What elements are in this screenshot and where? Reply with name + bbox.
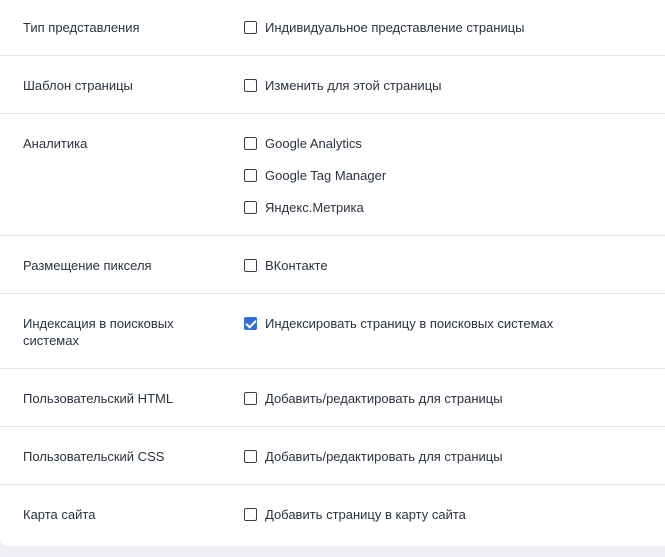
setting-label: Карта сайта — [23, 507, 96, 522]
checkbox[interactable] — [244, 391, 257, 405]
checkbox-label: ВКонтакте — [265, 257, 328, 273]
checkbox-option-change-template[interactable]: Изменить для этой страницы — [244, 75, 441, 95]
checkbox-option-index-page[interactable]: Индексировать страницу в поисковых систе… — [244, 313, 553, 333]
checkbox-label: Google Analytics — [265, 135, 362, 151]
checkbox[interactable] — [244, 78, 257, 92]
checkbox-option-individual-view[interactable]: Индивидуальное представление страницы — [244, 17, 525, 37]
checkbox-option-google-analytics[interactable]: Google Analytics — [244, 133, 362, 153]
checkbox[interactable] — [244, 449, 257, 463]
setting-label: Шаблон страницы — [23, 78, 133, 93]
setting-row-pixel: Размещение пикселя ВКонтакте — [0, 236, 665, 294]
checkbox-option-edit-css[interactable]: Добавить/редактировать для страницы — [244, 446, 503, 466]
checkbox[interactable] — [244, 258, 257, 272]
setting-row-custom-html: Пользовательский HTML Добавить/редактиро… — [0, 369, 665, 427]
setting-row-view-type: Тип представления Индивидуальное предста… — [0, 0, 665, 56]
setting-label: Пользовательский HTML — [23, 391, 174, 406]
checkbox-option-vkontakte[interactable]: ВКонтакте — [244, 255, 328, 275]
page-settings-panel: Тип представления Индивидуальное предста… — [0, 0, 665, 546]
checkbox-option-google-tag-manager[interactable]: Google Tag Manager — [244, 165, 386, 185]
checkbox[interactable] — [244, 136, 257, 150]
setting-label: Пользовательский CSS — [23, 449, 165, 464]
checkbox-label: Индивидуальное представление страницы — [265, 19, 525, 35]
checkbox-label: Индексировать страницу в поисковых систе… — [265, 315, 554, 331]
setting-row-analytics: Аналитика Google Analytics Google Tag Ma… — [0, 114, 665, 236]
setting-label: Тип представления — [23, 20, 140, 35]
checkbox[interactable] — [244, 200, 257, 214]
setting-row-sitemap: Карта сайта Добавить страницу в карту са… — [0, 485, 665, 546]
setting-row-indexing: Индексация в поисковых системах Индексир… — [0, 294, 665, 369]
checkbox-option-yandex-metrika[interactable]: Яндекс.Метрика — [244, 197, 364, 217]
checkbox[interactable] — [244, 20, 257, 34]
setting-row-custom-css: Пользовательский CSS Добавить/редактиров… — [0, 427, 665, 485]
setting-label: Индексация в поисковых системах — [23, 316, 174, 348]
setting-row-page-template: Шаблон страницы Изменить для этой страни… — [0, 56, 665, 114]
checkbox-option-edit-html[interactable]: Добавить/редактировать для страницы — [244, 388, 503, 408]
checkbox-label: Добавить страницу в карту сайта — [265, 506, 466, 522]
setting-label: Аналитика — [23, 136, 88, 151]
checkbox-option-add-to-sitemap[interactable]: Добавить страницу в карту сайта — [244, 504, 466, 524]
checkbox-label: Изменить для этой страницы — [265, 77, 442, 93]
checkbox[interactable] — [244, 507, 257, 521]
setting-label: Размещение пикселя — [23, 258, 152, 273]
checkbox-label: Добавить/редактировать для страницы — [265, 448, 503, 464]
checkbox-checked[interactable] — [244, 316, 257, 330]
checkbox-label: Яндекс.Метрика — [265, 199, 364, 215]
checkbox[interactable] — [244, 168, 257, 182]
checkbox-label: Добавить/редактировать для страницы — [265, 390, 503, 406]
checkbox-label: Google Tag Manager — [265, 167, 387, 183]
